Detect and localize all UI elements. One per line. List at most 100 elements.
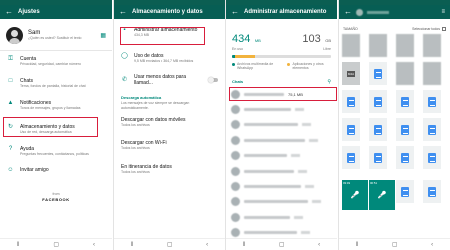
media-thumbnail[interactable]	[423, 34, 441, 57]
back-icon[interactable]: ‹	[431, 242, 433, 248]
chat-row[interactable]	[226, 194, 337, 209]
chat-row[interactable]	[226, 117, 337, 132]
voice-note-tile[interactable]: 🎤 00:51	[369, 180, 395, 210]
document-tile[interactable]	[342, 90, 360, 113]
document-tile[interactable]	[396, 146, 414, 169]
media-thumbnail[interactable]	[396, 34, 414, 57]
back-arrow-icon[interactable]: ←	[231, 8, 239, 16]
page-title: Almacenamiento y datos	[132, 9, 203, 15]
download-wifi-item[interactable]: Descargar con Wi-Fi Todos los archivos	[121, 132, 218, 154]
back-arrow-icon[interactable]: ←	[344, 8, 352, 16]
document-icon	[347, 96, 355, 107]
media-thumbnail[interactable]	[423, 62, 441, 85]
settings-item-help[interactable]: ? Ayuda Preguntas frecuentes, contáctanos…	[0, 142, 112, 162]
footer-brand: FACEBOOK	[42, 196, 70, 202]
avatar[interactable]	[6, 27, 23, 44]
document-tile[interactable]	[396, 118, 414, 141]
section-label: Descarga automática	[121, 95, 162, 100]
chat-avatar	[231, 166, 240, 176]
sort-dropdown[interactable]: TAMAÑO	[343, 27, 358, 31]
document-icon	[374, 152, 382, 163]
chat-row[interactable]	[226, 179, 337, 194]
media-thumbnail[interactable]	[342, 34, 360, 57]
recents-icon[interactable]: ‖	[243, 242, 245, 248]
chat-size-blurred	[301, 231, 310, 235]
back-arrow-icon[interactable]: ←	[5, 8, 13, 16]
audio-file-tile[interactable]: M4A	[342, 62, 360, 85]
less-data-calls-item[interactable]: ✆ Usar menos datos para llamad...	[114, 67, 225, 86]
back-icon[interactable]: ‹	[318, 242, 320, 248]
document-icon	[374, 124, 382, 135]
profile-status: ¿Quién es usted? Sustituir el texto	[28, 36, 82, 41]
chat-avatar	[231, 212, 240, 222]
recents-icon[interactable]: ‖	[356, 242, 358, 248]
chat-size-blurred	[291, 154, 300, 158]
recents-icon[interactable]: ‖	[131, 242, 133, 248]
chat-size-blurred	[295, 108, 304, 112]
item-subtitle: Tema, fondos de pantalla, historial de c…	[20, 84, 86, 88]
recents-icon[interactable]: ‖	[17, 242, 19, 248]
document-icon	[428, 96, 436, 107]
document-tile[interactable]	[423, 118, 441, 141]
chat-name-blurred	[244, 200, 308, 204]
chat-row[interactable]	[226, 102, 337, 117]
used-label: En uso	[232, 47, 243, 51]
legend-whatsapp: Archivos multimedia de WhatsApp	[232, 62, 279, 71]
media-thumbnail[interactable]	[369, 34, 387, 57]
chat-size-blurred	[294, 215, 303, 219]
media-thumbnail[interactable]	[396, 62, 414, 85]
used-value: 434	[232, 33, 251, 45]
chat-name-blurred	[244, 138, 305, 142]
chat-row[interactable]	[226, 210, 337, 225]
legend-dot-green	[232, 62, 235, 66]
document-tile[interactable]	[369, 90, 387, 113]
voice-note-tile[interactable]: 🎤 03:49	[342, 180, 368, 210]
document-tile[interactable]	[423, 146, 441, 169]
home-icon[interactable]: ▢	[279, 241, 285, 248]
settings-item-chats[interactable]: □ Chats Tema, fondos de pantalla, histori…	[0, 78, 112, 100]
document-tile[interactable]	[342, 118, 360, 141]
document-icon	[401, 96, 409, 107]
document-tile[interactable]	[396, 90, 414, 113]
document-tile[interactable]	[423, 180, 441, 203]
storage-summary: 434 MB En uso 103 GB Libre	[226, 19, 337, 52]
home-icon[interactable]: ▢	[167, 241, 173, 248]
chat-name-blurred	[244, 123, 298, 127]
chat-name-blurred	[367, 10, 389, 14]
document-tile[interactable]	[369, 62, 387, 85]
document-tile[interactable]	[396, 180, 414, 203]
chat-row[interactable]	[226, 133, 337, 148]
back-arrow-icon[interactable]: ←	[119, 8, 127, 16]
free-unit: GB	[325, 38, 331, 43]
back-icon[interactable]: ‹	[93, 242, 95, 248]
download-mobile-item[interactable]: Descargar con datos móviles Todos los arc…	[121, 110, 218, 132]
search-icon[interactable]: ⚲	[327, 79, 331, 85]
qr-code-icon[interactable]: ▦	[100, 32, 106, 39]
profile-row[interactable]: Sam ¿Quién es usted? Sustituir el texto …	[0, 19, 112, 51]
system-nav-bar: ‖ ▢ ‹	[339, 238, 450, 250]
people-icon: ☺	[7, 166, 14, 173]
chat-row[interactable]	[226, 148, 337, 163]
document-tile[interactable]	[423, 90, 441, 113]
home-icon[interactable]: ▢	[392, 241, 398, 248]
page-title: Ajustes	[18, 9, 40, 15]
download-roaming-item[interactable]: En itinerancia de datos Todos los archivo…	[121, 154, 218, 176]
chat-avatar	[231, 197, 240, 207]
document-tile[interactable]	[342, 146, 360, 169]
document-tile[interactable]	[369, 146, 387, 169]
settings-item-invite[interactable]: ☺ Invitar amigo	[0, 162, 112, 178]
document-tile[interactable]	[369, 118, 387, 141]
media-grid: M4A 🎤 03:49 🎤 00:51	[341, 34, 448, 230]
item-subtitle: Tonos de mensajes, grupos y llamadas	[20, 106, 81, 110]
item-subtitle: Todos los archivos	[121, 146, 150, 150]
back-icon[interactable]: ‹	[206, 242, 208, 248]
menu-icon[interactable]: ≡	[441, 9, 445, 15]
home-icon[interactable]: ▢	[53, 241, 59, 248]
toggle-switch[interactable]	[208, 77, 218, 83]
chat-avatar	[356, 8, 363, 16]
document-icon	[401, 186, 409, 197]
select-all-checkbox[interactable]	[442, 27, 446, 31]
chat-row[interactable]	[226, 163, 337, 178]
item-subtitle: Preguntas frecuentes, contáctanos, polít…	[20, 152, 89, 156]
settings-item-account[interactable]: ⚿ Cuenta Privacidad, seguridad, cambiar n…	[0, 56, 112, 78]
